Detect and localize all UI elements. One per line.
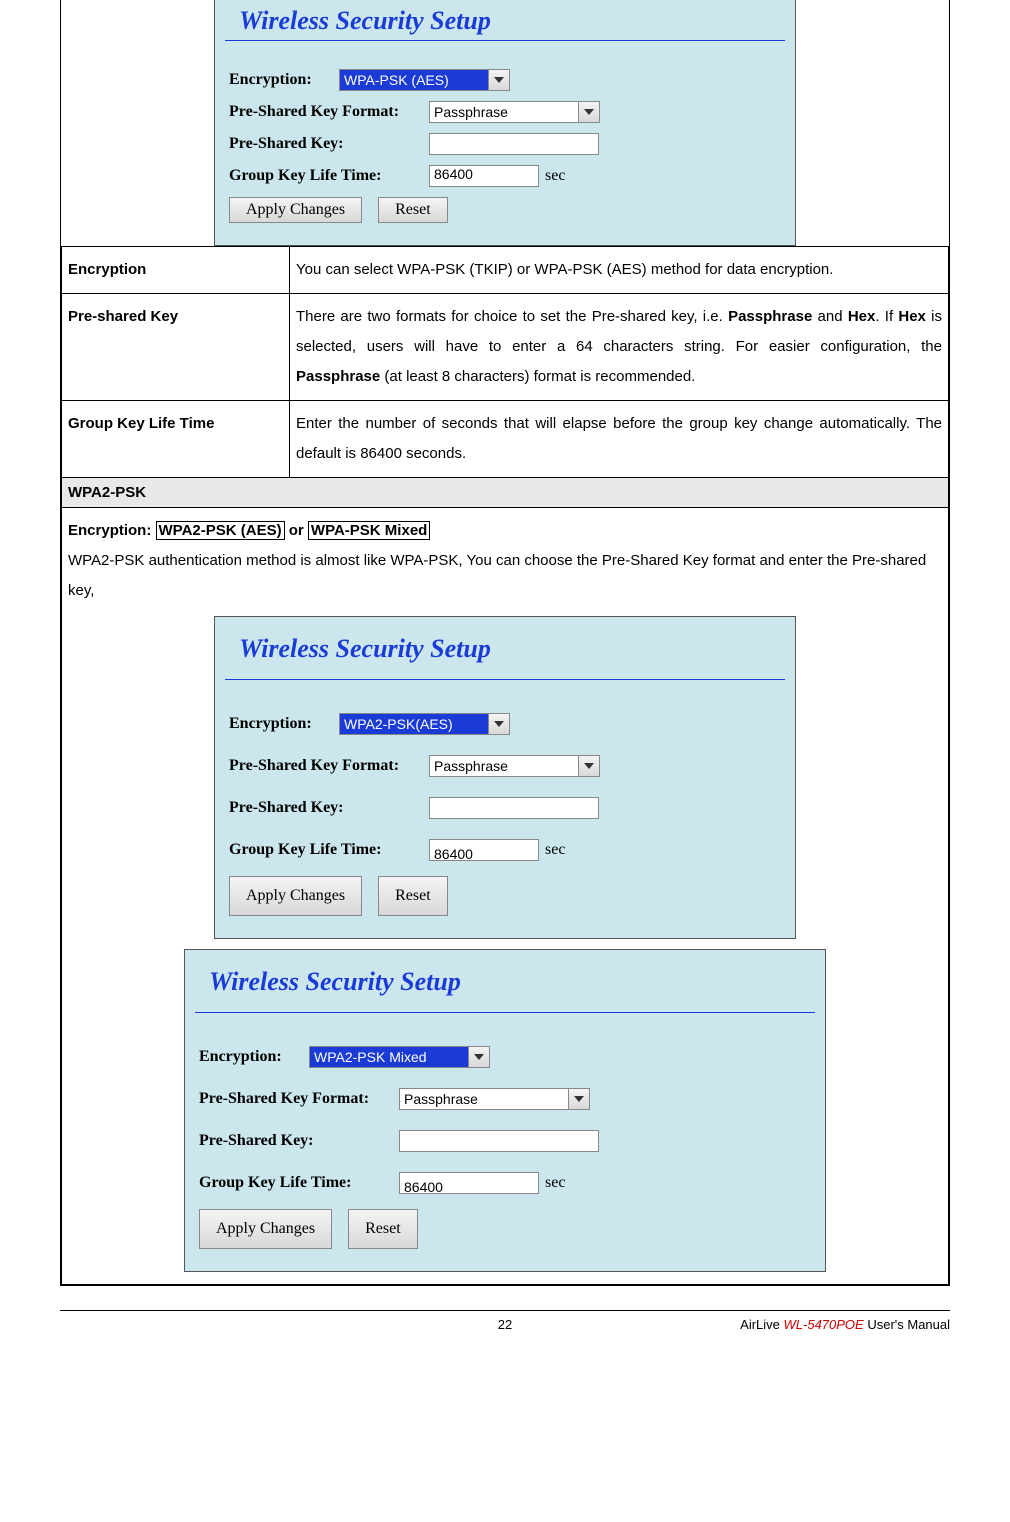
chevron-down-icon[interactable] <box>488 69 510 91</box>
psk-input[interactable] <box>399 1130 599 1152</box>
table-row: Pre-shared Key There are two formats for… <box>62 294 949 401</box>
wireless-security-setup-panel-3: Wireless Security Setup Encryption: WPA2… <box>184 949 826 1272</box>
apply-changes-button[interactable]: Apply Changes <box>199 1209 332 1249</box>
chevron-down-icon[interactable] <box>568 1088 590 1110</box>
footer-suffix: User's Manual <box>864 1317 950 1332</box>
encryption-select[interactable]: WPA-PSK (AES) <box>339 69 510 91</box>
chevron-down-icon[interactable] <box>578 755 600 777</box>
encryption-option-2: WPA-PSK Mixed <box>308 521 430 540</box>
psk-format-select[interactable]: Passphrase <box>429 755 600 777</box>
gklt-input[interactable]: 86400 <box>429 165 539 187</box>
panel-title: Wireless Security Setup <box>195 950 815 1013</box>
desc-text: You can select WPA-PSK (TKIP) or WPA-PSK… <box>290 247 949 294</box>
psk-format-label: Pre-Shared Key Format: <box>199 1083 399 1115</box>
reset-button[interactable]: Reset <box>348 1209 418 1249</box>
gklt-label: Group Key Life Time: <box>199 1167 399 1199</box>
wpa2-block: Encryption: WPA2-PSK (AES) or WPA-PSK Mi… <box>61 508 949 1285</box>
desc-key: Encryption <box>62 247 290 294</box>
sec-label: sec <box>545 1167 565 1199</box>
psk-format-value: Passphrase <box>429 755 578 777</box>
encryption-select[interactable]: WPA2-PSK(AES) <box>339 713 510 735</box>
wpa2-body-text: WPA2-PSK authentication method is almost… <box>68 546 942 606</box>
psk-input[interactable] <box>429 797 599 819</box>
footer-model: WL-5470POE <box>784 1317 864 1332</box>
apply-changes-button[interactable]: Apply Changes <box>229 876 362 916</box>
encryption-value: WPA-PSK (AES) <box>339 69 488 91</box>
encryption-option-1: WPA2-PSK (AES) <box>156 521 285 540</box>
encryption-prefix: Encryption: <box>68 522 151 539</box>
psk-format-value: Passphrase <box>429 101 578 123</box>
desc-text: Enter the number of seconds that will el… <box>290 401 949 478</box>
chevron-down-icon[interactable] <box>578 101 600 123</box>
gklt-input[interactable]: 86400 <box>429 839 539 861</box>
gklt-input[interactable]: 86400 <box>399 1172 539 1194</box>
psk-label: Pre-Shared Key: <box>229 135 429 153</box>
page-footer: 22 AirLive WL-5470POE User's Manual <box>60 1310 950 1332</box>
reset-button[interactable]: Reset <box>378 876 448 916</box>
desc-key: Group Key Life Time <box>62 401 290 478</box>
encryption-value: WPA2-PSK(AES) <box>339 713 488 735</box>
wireless-security-setup-panel-1: Wireless Security Setup Encryption: WPA-… <box>214 0 796 246</box>
psk-format-label: Pre-Shared Key Format: <box>229 103 429 121</box>
or-text: or <box>289 522 304 539</box>
table-row: Group Key Life Time Enter the number of … <box>62 401 949 478</box>
panel-title: Wireless Security Setup <box>225 0 785 41</box>
psk-format-label: Pre-Shared Key Format: <box>229 750 429 782</box>
encryption-label: Encryption: <box>229 71 339 89</box>
encryption-select[interactable]: WPA2-PSK Mixed <box>309 1046 490 1068</box>
page-number: 22 <box>357 1317 654 1332</box>
description-table: Encryption You can select WPA-PSK (TKIP)… <box>61 246 949 478</box>
sec-label: sec <box>545 834 565 866</box>
footer-brand: AirLive <box>740 1317 783 1332</box>
desc-key: Pre-shared Key <box>62 294 290 401</box>
psk-format-value: Passphrase <box>399 1088 568 1110</box>
gklt-label: Group Key Life Time: <box>229 834 429 866</box>
psk-label: Pre-Shared Key: <box>199 1125 399 1157</box>
wireless-security-setup-panel-2: Wireless Security Setup Encryption: WPA2… <box>214 616 796 939</box>
encryption-label: Encryption: <box>229 708 339 740</box>
encryption-value: WPA2-PSK Mixed <box>309 1046 468 1068</box>
chevron-down-icon[interactable] <box>488 713 510 735</box>
chevron-down-icon[interactable] <box>468 1046 490 1068</box>
sec-label: sec <box>545 167 565 185</box>
apply-changes-button[interactable]: Apply Changes <box>229 197 362 223</box>
encryption-label: Encryption: <box>199 1041 309 1073</box>
psk-label: Pre-Shared Key: <box>229 792 429 824</box>
desc-text: There are two formats for choice to set … <box>290 294 949 401</box>
gklt-label: Group Key Life Time: <box>229 167 429 185</box>
panel-title: Wireless Security Setup <box>225 617 785 680</box>
wpa2-psk-header: WPA2-PSK <box>61 478 949 508</box>
psk-input[interactable] <box>429 133 599 155</box>
table-row: Encryption You can select WPA-PSK (TKIP)… <box>62 247 949 294</box>
reset-button[interactable]: Reset <box>378 197 448 223</box>
psk-format-select[interactable]: Passphrase <box>429 101 600 123</box>
psk-format-select[interactable]: Passphrase <box>399 1088 590 1110</box>
